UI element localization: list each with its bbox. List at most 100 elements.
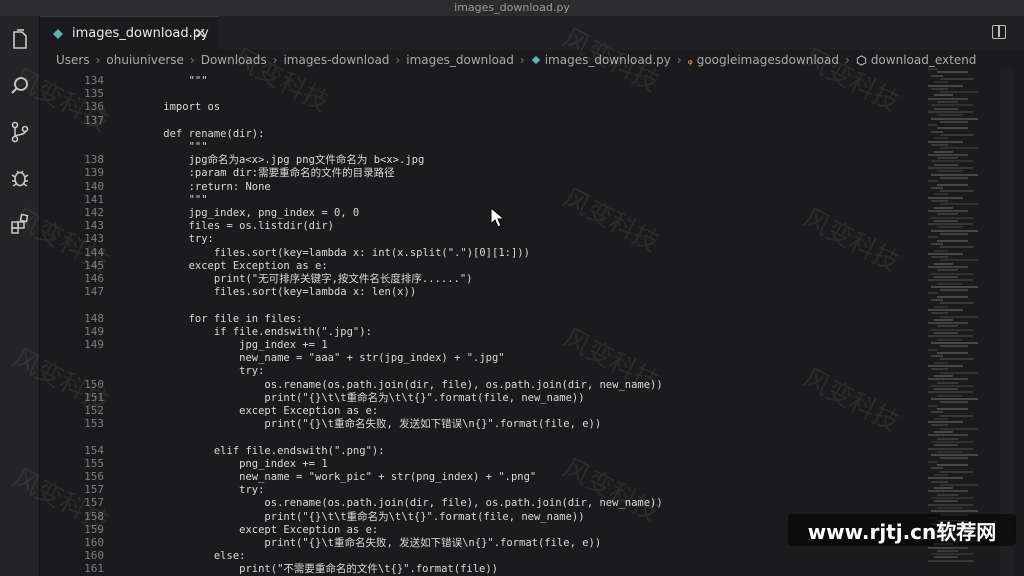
code-text: os.rename(os.path.join(dir, file), os.pa… [138, 378, 663, 391]
source-control-icon[interactable] [6, 118, 34, 146]
close-icon[interactable] [194, 27, 206, 39]
minimap-line [940, 483, 978, 486]
code-text: print("{}\t\t重命名为\t\t{}".format(file, ne… [138, 510, 585, 523]
minimap-line [937, 213, 958, 216]
explorer-icon[interactable] [6, 26, 34, 54]
minimap-line [934, 487, 953, 490]
minimap-line [931, 440, 973, 443]
minimap-line [931, 553, 973, 556]
code-line[interactable]: 135 [40, 87, 920, 101]
code-line[interactable]: 136 import os [40, 100, 920, 114]
line-number: 142 [84, 206, 104, 219]
code-text: print("{}\t重命名失败, 发送如下错误\n{}".format(fil… [138, 418, 602, 431]
breadcrumb-item[interactable]: Users [56, 53, 90, 67]
breadcrumb-class[interactable]: ᵩ googleimagesdownload [688, 53, 839, 67]
minimap-line [937, 183, 968, 186]
minimap-line [940, 259, 978, 262]
chevron-right-icon: › [395, 53, 401, 67]
line-number: 153 [84, 417, 104, 431]
code-line[interactable]: def rename(dir): [40, 127, 920, 141]
code-line[interactable]: new_name = "aaa" + str(jpg_index) + ".jp… [40, 351, 920, 365]
code-line[interactable]: 138 jpg命名为a<x>.jpg png文件命名为 b<x>.jpg [40, 153, 920, 167]
mouse-pointer-icon [490, 207, 506, 228]
minimap-line [940, 371, 978, 374]
minimap-line [928, 308, 963, 311]
minimap-line [937, 226, 963, 229]
code-line[interactable]: 148 for file in files: [40, 312, 920, 326]
code-line[interactable]: 152 except Exception as e: [40, 404, 920, 418]
code-line[interactable]: 142 jpg_index, png_index = 0, 0 [40, 206, 920, 220]
editor-scrollbar[interactable] [1000, 68, 1014, 576]
split-editor-icon[interactable] [992, 25, 1006, 39]
code-text: png_index += 1 [138, 457, 328, 470]
minimap-line [928, 180, 938, 183]
code-line[interactable] [40, 298, 920, 312]
minimap-line [928, 378, 968, 381]
breadcrumb-file[interactable]: images_download.py [531, 53, 671, 67]
code-line[interactable]: 144 files.sort(key=lambda x: int(x.split… [40, 246, 920, 260]
code-line[interactable]: 151 print("{}\t\t重命名为\t\t{}".format(file… [40, 391, 920, 405]
breadcrumb-item[interactable]: ohuiuniverse [106, 53, 183, 67]
code-line[interactable]: 156 new_name = "work_pic" + str(png_inde… [40, 470, 920, 484]
code-line[interactable]: 155 png_index += 1 [40, 457, 920, 471]
code-editor[interactable]: 134 """ 135 136 import os 137 def rename(di… [40, 68, 920, 576]
code-line[interactable]: 154 elif file.endswith(".png"): [40, 444, 920, 458]
code-line[interactable]: 147 files.sort(key=lambda x: len(x)) [40, 285, 920, 299]
code-line[interactable]: 141 """ [40, 193, 920, 207]
code-line[interactable]: 161 print("不需要重命名的文件\t{}".format(file)) [40, 562, 920, 576]
chevron-right-icon: › [272, 53, 278, 67]
breadcrumb-method[interactable]: download_extended_page [856, 53, 976, 67]
minimap-line [934, 556, 958, 559]
code-line[interactable]: 157 os.rename(os.path.join(dir, file), o… [40, 496, 920, 510]
code-line[interactable]: try: [40, 364, 920, 378]
line-number: 144 [84, 245, 104, 259]
window-title: images_download.py [0, 0, 1024, 16]
code-line[interactable]: 143 files = os.listdir(dir) [40, 219, 920, 233]
code-line[interactable]: 143 try: [40, 232, 920, 246]
minimap[interactable] [924, 68, 988, 576]
tab-label: images_download.py [72, 26, 209, 41]
code-line[interactable]: 149 if file.endswith(".jpg"): [40, 325, 920, 339]
code-line[interactable]: 157 try: [40, 483, 920, 497]
breadcrumb-item[interactable]: images_download [406, 53, 514, 67]
breadcrumb-item[interactable]: images-download [283, 53, 389, 67]
code-line[interactable]: 140 :return: None [40, 180, 920, 194]
line-number: 140 [84, 179, 104, 193]
line-number: 135 [84, 87, 104, 101]
minimap-line [940, 147, 978, 150]
minimap-line [940, 315, 978, 318]
minimap-line [940, 345, 968, 348]
search-icon[interactable] [6, 72, 34, 100]
site-watermark: www.rjtj.cn软荐网 [788, 514, 1016, 546]
breadcrumb-item[interactable]: Downloads [201, 53, 267, 67]
code-line[interactable]: 139 :param dir:需要重命名的文件的目录路径 [40, 166, 920, 180]
minimap-line [931, 497, 973, 499]
code-line[interactable]: 153 print("{}\t重命名失败, 发送如下错误\n{}".format… [40, 417, 920, 431]
code-line[interactable]: 146 print("无可排序关键字,按文件名长度排序......") [40, 272, 920, 286]
minimap-line [934, 81, 948, 84]
minimap-line [931, 480, 948, 483]
code-text: :param dir:需要重命名的文件的目录路径 [138, 167, 395, 180]
minimap-line [934, 193, 948, 196]
code-line[interactable]: 137 [40, 114, 920, 128]
tab-images-download[interactable]: images_download.py [40, 16, 218, 50]
minimap-line [928, 503, 973, 506]
code-line[interactable]: """ [40, 140, 920, 154]
line-number: 160 [84, 536, 104, 549]
minimap-line [937, 549, 958, 552]
minimap-line [931, 160, 973, 163]
code-line[interactable]: 150 os.rename(os.path.join(dir, file), o… [40, 378, 920, 392]
line-number: 138 [84, 153, 104, 167]
line-number: 146 [84, 272, 104, 285]
extensions-icon[interactable] [6, 210, 34, 238]
minimap-line [934, 361, 948, 364]
debug-icon[interactable] [6, 164, 34, 192]
code-line[interactable]: 160 else: [40, 549, 920, 563]
code-line[interactable] [40, 430, 920, 444]
code-line[interactable]: 145 except Exception as e: [40, 259, 920, 273]
python-file-icon [531, 55, 540, 65]
code-line[interactable]: 149 jpg_index += 1 [40, 338, 920, 352]
code-text: try: [138, 365, 265, 378]
code-line[interactable]: 134 """ [40, 74, 920, 88]
minimap-line [931, 384, 973, 387]
